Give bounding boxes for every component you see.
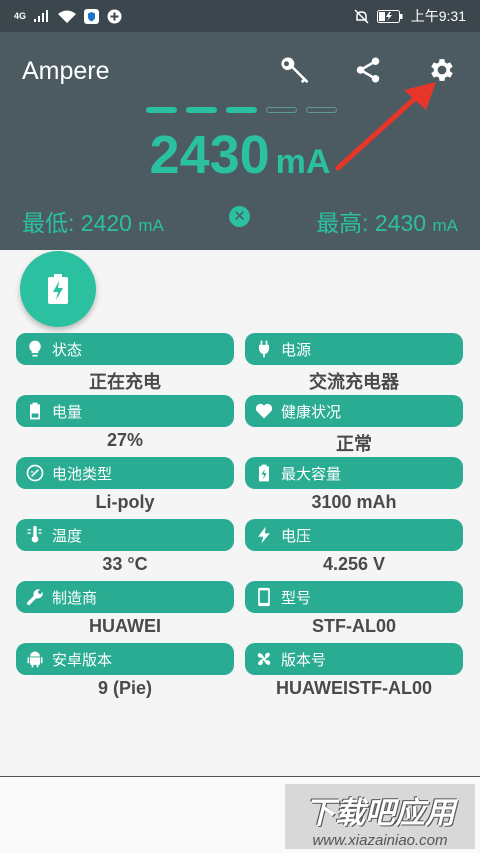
info-value: 9 (Pie) bbox=[97, 678, 153, 698]
level-dot bbox=[226, 107, 257, 113]
info-value: 4.256 V bbox=[322, 554, 386, 574]
key-icon bbox=[281, 57, 309, 84]
info-card: 电源交流充电器 bbox=[245, 333, 463, 394]
info-card: 型号 STF-AL00 bbox=[245, 581, 463, 637]
min-label: 最低: 2420 bbox=[22, 210, 132, 236]
info-label: 温度 bbox=[52, 527, 83, 545]
battery-type-icon bbox=[24, 462, 46, 484]
level-dot bbox=[266, 107, 297, 113]
info-label-pill: 健康状况 bbox=[245, 395, 463, 427]
level-dot bbox=[146, 107, 177, 113]
info-card: 电压 4.256 V bbox=[245, 519, 463, 575]
info-label-pill: 电源 bbox=[245, 333, 463, 365]
mute-bell-icon bbox=[354, 8, 369, 24]
plus-circle-icon bbox=[107, 9, 122, 23]
info-value: STF-AL00 bbox=[311, 616, 396, 636]
info-label-pill: 最大容量 bbox=[245, 457, 463, 489]
info-label-pill: 版本号 bbox=[245, 643, 463, 675]
info-card: 电量 27% bbox=[16, 395, 234, 451]
info-value: HUAWEISTF-AL00 bbox=[275, 678, 432, 698]
info-label: 状态 bbox=[52, 341, 83, 359]
phone-icon bbox=[253, 586, 275, 608]
current-reading: 2430 mA bbox=[0, 124, 480, 186]
info-label: 最大容量 bbox=[281, 465, 342, 483]
info-card: 版本号 HUAWEISTF-AL00 bbox=[245, 643, 463, 699]
android-icon bbox=[24, 648, 46, 670]
info-label-pill: 型号 bbox=[245, 581, 463, 613]
info-label-pill: 安卓版本 bbox=[16, 643, 234, 675]
info-value: 正在充电 bbox=[89, 372, 161, 392]
info-value: 27% bbox=[106, 430, 144, 450]
wrench-icon bbox=[24, 586, 46, 608]
current-unit: mA bbox=[275, 143, 331, 181]
info-card: 最大容量 3100 mAh bbox=[245, 457, 463, 513]
level-indicator bbox=[146, 107, 337, 113]
info-label-pill: 电压 bbox=[245, 519, 463, 551]
info-label: 电压 bbox=[281, 527, 312, 545]
bulb-icon bbox=[24, 338, 46, 360]
info-value: Li-poly bbox=[95, 492, 155, 512]
info-value: 3100 mAh bbox=[311, 492, 397, 512]
pro-key-button[interactable] bbox=[276, 52, 312, 88]
watermark-title: 下载吧应用 bbox=[305, 797, 455, 830]
min-reading: 最低: 2420 mA bbox=[22, 204, 164, 238]
info-card: 温度 33 °C bbox=[16, 519, 234, 575]
watermark-url: www.xiazainiao.com bbox=[312, 832, 448, 849]
min-unit: mA bbox=[138, 216, 164, 235]
thermometer-icon bbox=[24, 524, 46, 546]
info-card: 电池类型 Li-poly bbox=[16, 457, 234, 513]
info-label-pill: 电量 bbox=[16, 395, 234, 427]
status-bar: 4G 上午9:31 bbox=[0, 0, 480, 32]
info-card: 健康状况正常 bbox=[245, 395, 463, 456]
reset-button[interactable]: ✕ bbox=[229, 206, 250, 227]
info-label: 电源 bbox=[281, 341, 312, 359]
info-value: 33 °C bbox=[102, 554, 148, 574]
network-type: 4G bbox=[14, 11, 27, 21]
info-label-pill: 电池类型 bbox=[16, 457, 234, 489]
shield-icon bbox=[84, 8, 100, 24]
info-value: 交流充电器 bbox=[309, 372, 399, 392]
fan-icon bbox=[253, 648, 275, 670]
max-unit: mA bbox=[432, 216, 459, 235]
level-dot bbox=[306, 107, 337, 113]
max-label: 最高: 2430 bbox=[316, 210, 427, 236]
app-title: Ampere bbox=[22, 57, 110, 85]
battery-status-icon bbox=[376, 9, 403, 23]
clock: 上午9:31 bbox=[410, 8, 466, 24]
charging-fab[interactable] bbox=[20, 251, 96, 327]
info-label-pill: 制造商 bbox=[16, 581, 234, 613]
info-label: 电量 bbox=[52, 403, 83, 421]
battery-charging-icon bbox=[48, 274, 68, 304]
info-card: 状态 正在充电 bbox=[16, 333, 234, 394]
bolt-icon bbox=[253, 524, 275, 546]
info-label: 健康状况 bbox=[281, 403, 342, 421]
watermark: 下载吧应用 www.xiazainiao.com bbox=[285, 784, 475, 849]
battery-icon bbox=[24, 400, 46, 422]
signal-icon bbox=[34, 10, 49, 22]
wifi-icon bbox=[58, 10, 77, 23]
max-reading: 最高: 2430 mA bbox=[316, 204, 458, 238]
info-label-pill: 温度 bbox=[16, 519, 234, 551]
meter-header: Ampere 2430 mA 最低: 2420 mA ✕ 最高: 2430 mA bbox=[0, 32, 480, 250]
info-card: 制造商 HUAWEI bbox=[16, 581, 234, 637]
heart-icon bbox=[253, 400, 275, 422]
info-label: 型号 bbox=[281, 589, 312, 607]
info-label: 制造商 bbox=[52, 589, 98, 607]
plug-icon bbox=[253, 338, 275, 360]
info-label: 电池类型 bbox=[52, 465, 113, 483]
info-card: 安卓版本 9 (Pie) bbox=[16, 643, 234, 699]
battery-charging-icon bbox=[253, 462, 275, 484]
info-label: 安卓版本 bbox=[52, 651, 113, 669]
current-value: 2430 bbox=[149, 125, 270, 185]
info-label: 版本号 bbox=[281, 651, 327, 669]
info-value: HUAWEI bbox=[89, 616, 161, 636]
info-label-pill: 状态 bbox=[16, 333, 234, 365]
level-dot bbox=[186, 107, 217, 113]
info-value: 正常 bbox=[336, 434, 372, 454]
